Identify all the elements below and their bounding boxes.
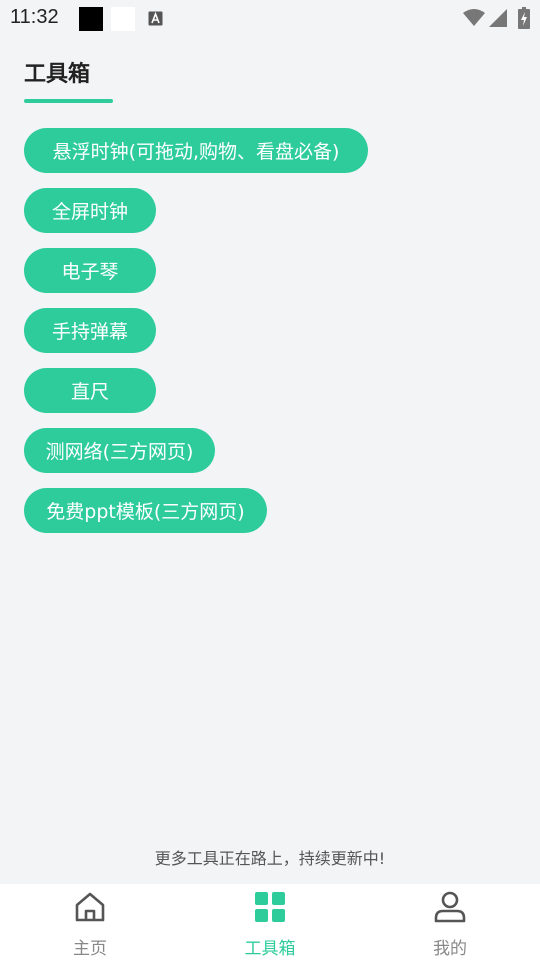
grid-icon [255, 892, 285, 922]
nav-item-toolbox[interactable]: 工具箱 [180, 884, 360, 960]
nav-item-mine[interactable]: 我的 [360, 884, 540, 960]
handheld-danmaku-button[interactable]: 手持弹幕 [24, 308, 156, 353]
nav-label-mine: 我的 [433, 939, 467, 959]
fullscreen-clock-button[interactable]: 全屏时钟 [24, 188, 156, 233]
footer-note: 更多工具正在路上，持续更新中! [154, 849, 386, 868]
notification-icon-black [79, 7, 103, 31]
battery-charging-icon [518, 7, 530, 29]
notification-icon-white [111, 7, 135, 31]
keyboard-piano-button[interactable]: 电子琴 [24, 248, 156, 293]
ruler-button[interactable]: 直尺 [24, 368, 156, 413]
status-bar: 11:32 [0, 0, 540, 36]
signal-icon [489, 9, 507, 27]
title-underline [24, 99, 113, 103]
person-icon [434, 891, 466, 923]
wifi-icon [463, 9, 485, 26]
home-icon [75, 892, 105, 922]
nav-label-home: 主页 [73, 939, 107, 959]
nav-item-home[interactable]: 主页 [0, 884, 180, 960]
screen: 11:32 工具箱 悬浮时钟(可拖动,购物、看盘必备) 全屏时钟 电子琴 手持弹… [0, 0, 540, 960]
free-ppt-templates-button[interactable]: 免费ppt模板(三方网页) [24, 488, 267, 533]
font-a-icon [148, 11, 163, 26]
floating-clock-button[interactable]: 悬浮时钟(可拖动,购物、看盘必备) [24, 128, 368, 173]
page-title: 工具箱 [24, 62, 91, 87]
status-time: 11:32 [10, 6, 59, 28]
network-test-button[interactable]: 测网络(三方网页) [24, 428, 215, 473]
nav-label-toolbox: 工具箱 [244, 939, 296, 959]
bottom-nav: 主页 工具箱 我的 [0, 884, 540, 960]
